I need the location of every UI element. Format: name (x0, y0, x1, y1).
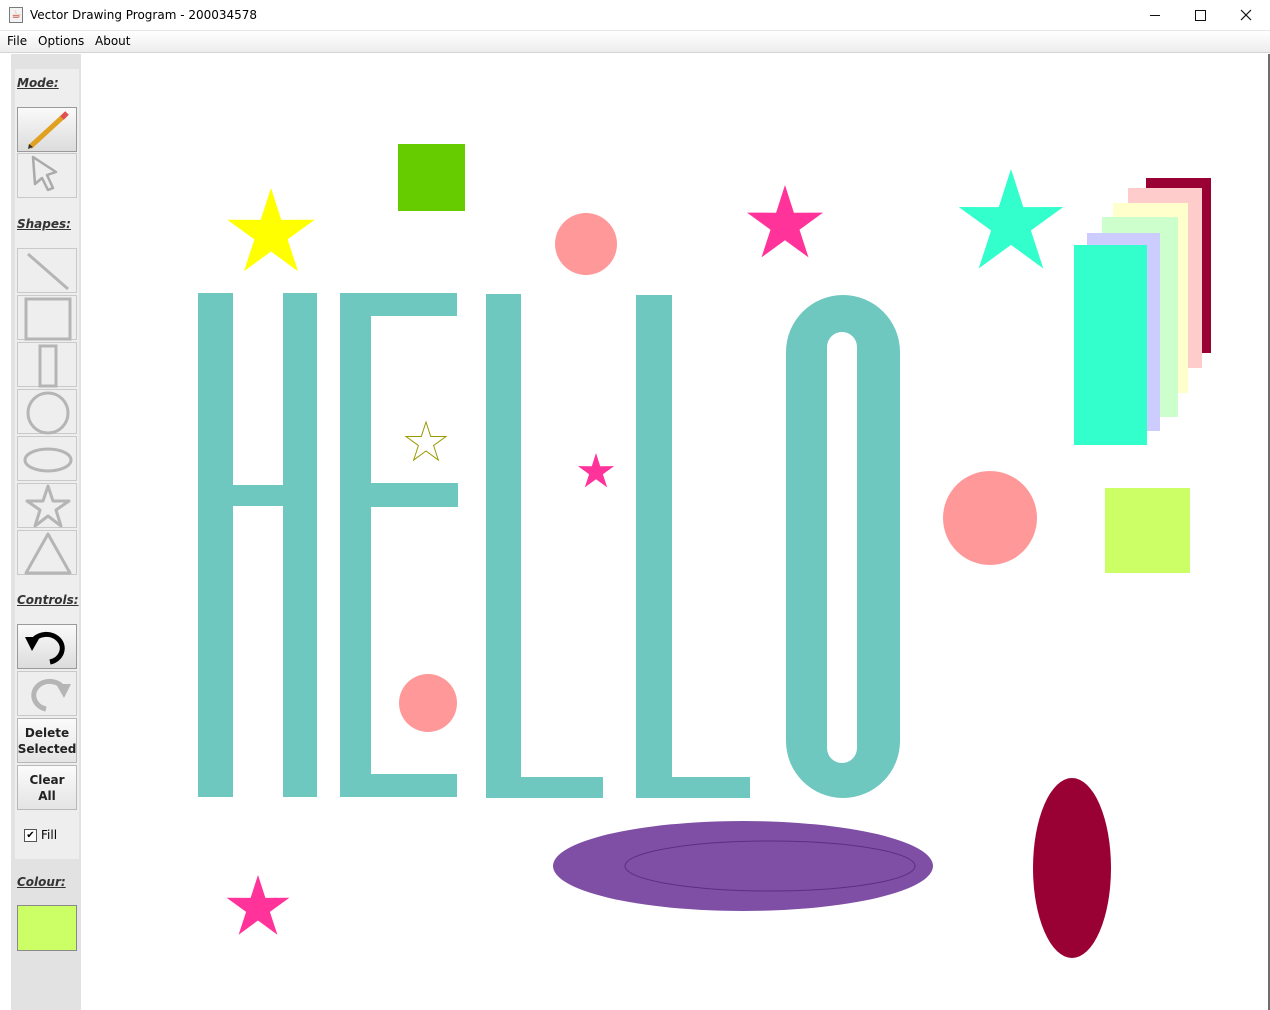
java-cup-icon: ☕ (9, 7, 23, 23)
pencil-icon (28, 111, 69, 149)
square-icon (24, 297, 72, 341)
canvas-drawing (198, 144, 1211, 958)
shapes-label: Shapes: (17, 217, 71, 231)
undo-button[interactable] (17, 624, 77, 669)
window-title: Vector Drawing Program - 200034578 (30, 8, 258, 22)
select-tool-button[interactable] (17, 153, 77, 198)
salmon-circle-top[interactable] (555, 213, 617, 275)
letter-l-first[interactable] (486, 294, 603, 798)
clear-all-line1: Clear (29, 772, 65, 787)
rectangle-tool-button[interactable] (17, 342, 77, 388)
purple-ellipse[interactable] (553, 821, 933, 911)
delete-selected-button[interactable]: Delete Selected (17, 718, 77, 763)
lime-square[interactable] (1105, 488, 1190, 573)
fill-label: Fill (41, 828, 58, 842)
delete-selected-line1: Delete (24, 725, 70, 740)
aqua-star[interactable] (958, 169, 1064, 269)
menu-file[interactable]: File (7, 34, 27, 48)
controls-label: Controls: (17, 593, 79, 607)
clear-all-line2: All (38, 788, 56, 803)
triangle-icon (24, 532, 72, 575)
hot-pink-star-small[interactable] (577, 453, 615, 488)
select-arrow-icon (31, 155, 58, 192)
mode-label: Mode: (17, 76, 59, 90)
colour-label: Colour: (17, 875, 66, 889)
menu-about[interactable]: About (95, 34, 130, 48)
letter-l-second[interactable] (636, 295, 750, 798)
minimize-button[interactable] (1132, 0, 1178, 31)
colour-swatch-button[interactable] (17, 905, 77, 951)
circle-icon (26, 391, 70, 435)
redo-icon (31, 678, 71, 712)
rectangle-icon (38, 344, 58, 388)
close-button[interactable] (1224, 0, 1270, 31)
redo-button[interactable] (17, 671, 77, 716)
letter-h[interactable] (198, 293, 317, 797)
yellow-star[interactable] (227, 188, 315, 272)
ellipse-tool-button[interactable] (17, 436, 77, 481)
crimson-ellipse[interactable] (1033, 778, 1111, 958)
hot-pink-star-bottom[interactable] (226, 875, 290, 935)
olive-outline-star[interactable] (404, 420, 448, 462)
square-tool-button[interactable] (17, 295, 77, 341)
menu-options[interactable]: Options (38, 34, 84, 48)
aqua-rect[interactable] (1074, 245, 1147, 445)
line-icon (27, 252, 69, 291)
letter-o[interactable] (786, 295, 900, 798)
fill-toggle[interactable]: ✔ Fill (24, 828, 57, 842)
pencil-tool-button[interactable] (17, 107, 77, 152)
fill-checkbox[interactable]: ✔ (24, 829, 37, 842)
salmon-circle-bottom[interactable] (399, 674, 457, 732)
undo-icon (25, 631, 65, 665)
maximize-button[interactable] (1178, 0, 1224, 31)
triangle-tool-button[interactable] (17, 530, 77, 575)
close-icon (1240, 9, 1252, 21)
delete-selected-line2: Selected (17, 741, 77, 756)
clear-all-button[interactable]: Clear All (17, 765, 77, 810)
ellipse-icon (23, 447, 73, 473)
line-tool-button[interactable] (17, 248, 77, 293)
star-tool-button[interactable] (17, 483, 77, 528)
circle-tool-button[interactable] (17, 389, 77, 435)
green-square[interactable] (398, 144, 465, 211)
title-bar: ☕ Vector Drawing Program - 200034578 (0, 0, 1270, 31)
hot-pink-star-top[interactable] (747, 185, 823, 258)
star-icon (25, 484, 71, 528)
salmon-circle-right[interactable] (943, 471, 1037, 565)
maximize-icon (1195, 10, 1206, 21)
menu-bar: File Options About (0, 31, 1270, 53)
minimize-icon (1150, 15, 1160, 16)
drawing-canvas[interactable] (81, 54, 1270, 1010)
